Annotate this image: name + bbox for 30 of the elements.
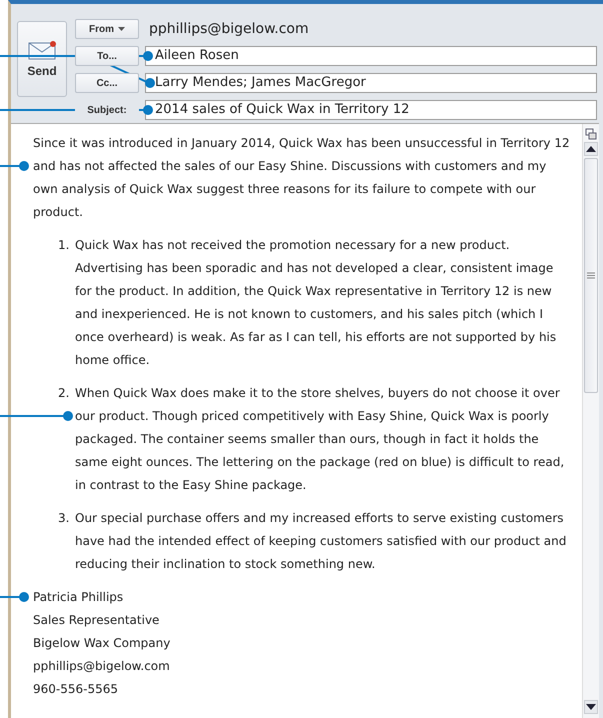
- signature-line: Sales Representative: [33, 612, 160, 629]
- callout-line: [0, 161, 29, 171]
- from-address: pphillips@bigelow.com: [148, 21, 309, 37]
- list-number: 3.: [58, 510, 70, 527]
- list-item-text: When Quick Wax does make it to the store shelves, buyers do not choose it over our product. Though priced competitively with Easy Shine, Quick Wax is poorly packaged. The container seems smaller than ours, though in fact it holds the same eight ounces. The lettering on the package (red on blue) is difficult to read, in contrast to the Easy Shine package.: [75, 385, 566, 494]
- signature-line: Patricia Phillips: [33, 589, 124, 606]
- to-button[interactable]: To...: [75, 46, 139, 66]
- signature-line: Bigelow Wax Company: [33, 635, 172, 652]
- subject-field[interactable]: 2014 sales of Quick Wax in Territory 12: [145, 100, 597, 120]
- signature-line: pphillips@bigelow.com: [33, 658, 171, 675]
- body-paragraph: Since it was introduced in January 2014, Quick Wax has been unsuccessful in Territory 12 and has not affected the sales of our Easy Shine. Discussions with customers and my own analysis of Quick Wax suggest three reasons for its failure to compete with our product.: [33, 135, 571, 221]
- to-field[interactable]: Aileen Rosen: [145, 46, 597, 66]
- subject-label: Subject:: [75, 104, 139, 116]
- scroll-down-button[interactable]: [584, 700, 598, 714]
- scrollbar[interactable]: [582, 124, 599, 718]
- scroll-up-button[interactable]: [584, 142, 598, 156]
- from-button[interactable]: From: [75, 19, 139, 39]
- send-button[interactable]: Send: [17, 21, 67, 97]
- up-arrow-icon: [586, 146, 596, 152]
- cc-field[interactable]: Larry Mendes; James MacGregor: [145, 73, 597, 93]
- callout-line: [0, 592, 29, 602]
- down-arrow-icon: [586, 704, 596, 710]
- list-number: 1.: [58, 237, 70, 254]
- signature-line: 960-556-5565: [33, 681, 120, 698]
- scroll-thumb[interactable]: [584, 158, 598, 393]
- list-number: 2.: [58, 385, 70, 402]
- list-item-text: Quick Wax has not received the promotion necessary for a new product. Advertising has been sporadic and has not developed a clear, consistent image for the product. In addition, the Quick Wax representative in Territory 12 is new and inexperienced. He is not known to customers, and his sales pitch (which I once overheard) is weak. As far as I can tell, his efforts are not supported by his home office.: [75, 237, 558, 369]
- cc-button[interactable]: Cc...: [75, 73, 139, 93]
- split-icon: [585, 128, 597, 140]
- list-item-text: Our special purchase offers and my increased efforts to serve existing customers have had the intended effect of keeping customers satisfied with our product and reducing their inclination to stock something new.: [75, 510, 568, 573]
